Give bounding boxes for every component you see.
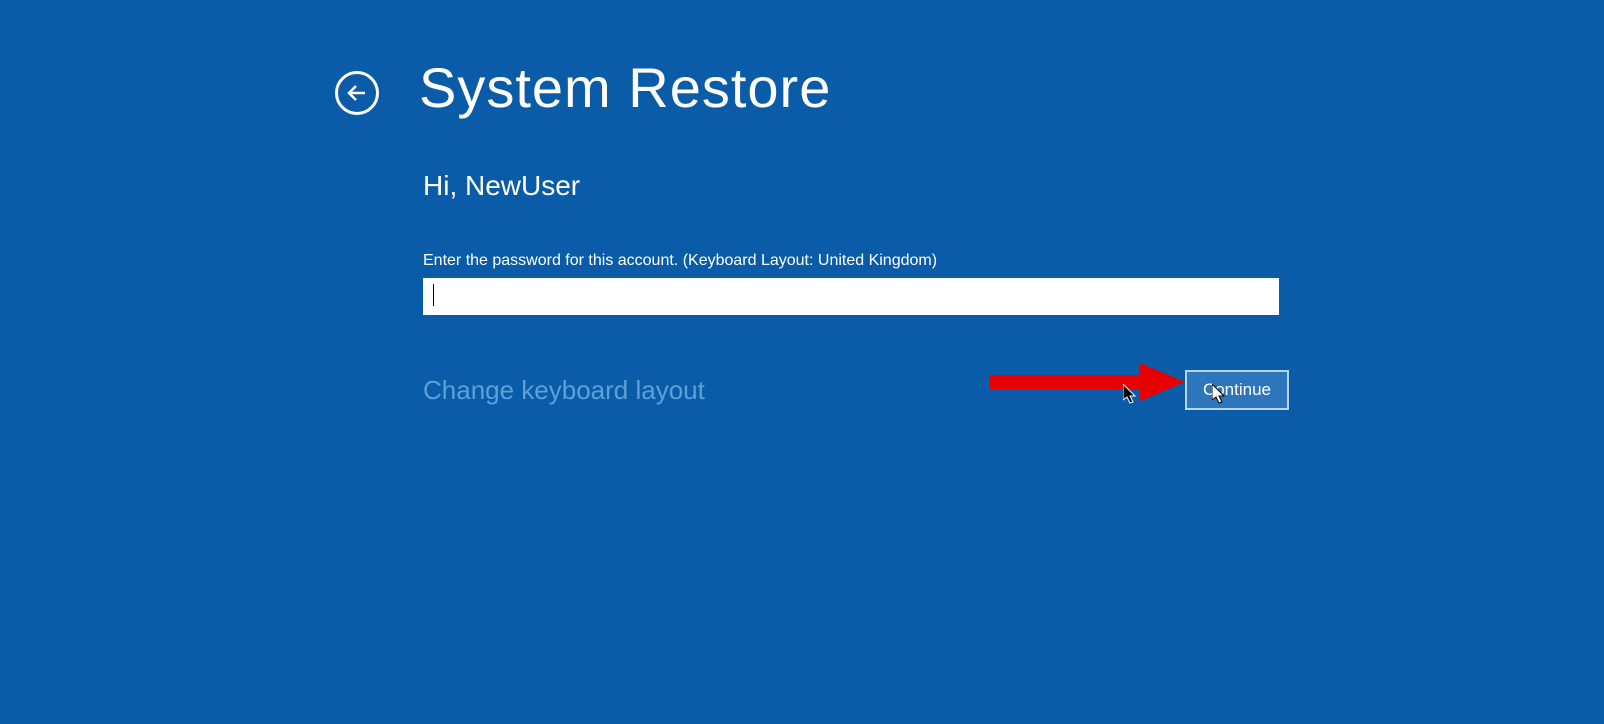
continue-button[interactable]: Continue — [1185, 370, 1289, 410]
back-arrow-icon — [345, 81, 369, 105]
greeting-text: Hi, NewUser — [423, 170, 1279, 202]
password-label: Enter the password for this account. (Ke… — [423, 252, 1279, 270]
page-title: System Restore — [419, 55, 831, 120]
back-button[interactable] — [335, 71, 379, 115]
text-cursor-icon — [433, 284, 434, 306]
change-keyboard-link[interactable]: Change keyboard layout — [423, 375, 705, 406]
password-input[interactable] — [423, 278, 1279, 315]
